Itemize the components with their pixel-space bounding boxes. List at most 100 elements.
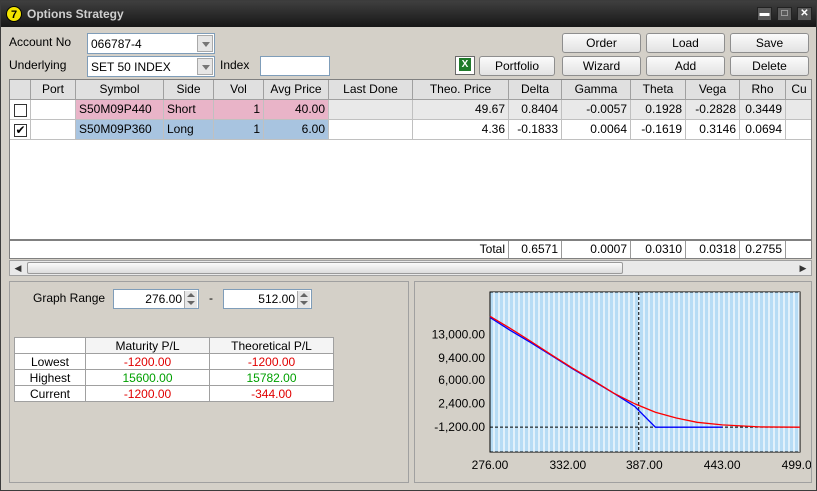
- rho-cell: 0.3449: [740, 100, 786, 120]
- spinner-icon[interactable]: [297, 291, 310, 308]
- order-button[interactable]: Order: [562, 33, 641, 53]
- column-header-gamma[interactable]: Gamma: [562, 80, 631, 100]
- y-tick-label: 6,000.00: [438, 373, 485, 387]
- horizontal-scrollbar[interactable]: ◀ ▶: [9, 260, 812, 276]
- minimize-button[interactable]: ▬: [757, 7, 772, 21]
- load-button[interactable]: Load: [646, 33, 725, 53]
- excel-export-icon[interactable]: [455, 56, 475, 75]
- maturity-pl-header: Maturity P/L: [85, 337, 210, 354]
- account-value: 066787-4: [91, 37, 142, 51]
- column-header-rho[interactable]: Rho: [740, 80, 786, 100]
- total-label: Total: [413, 241, 509, 258]
- x-tick-label: 499.00: [782, 458, 811, 472]
- chevron-down-icon[interactable]: [197, 58, 213, 75]
- column-header-symbol[interactable]: Symbol: [76, 80, 164, 100]
- close-button[interactable]: ✕: [797, 7, 812, 21]
- row-label: Lowest: [14, 353, 86, 370]
- spinner-icon[interactable]: [184, 291, 197, 308]
- row-checkbox[interactable]: ✔: [14, 124, 27, 137]
- column-header-avg-price[interactable]: Avg Price: [264, 80, 329, 100]
- column-header-last-done[interactable]: Last Done: [329, 80, 413, 100]
- y-tick-label: 9,400.00: [438, 351, 485, 365]
- y-tick-label: 2,400.00: [438, 397, 485, 411]
- x-tick-label: 387.00: [626, 458, 663, 472]
- portfolio-button[interactable]: Portfolio: [479, 56, 555, 76]
- maturity-pl-value: -1200.00: [85, 353, 210, 370]
- table-row: Lowest -1200.00 -1200.00: [14, 353, 334, 370]
- index-label: Index: [220, 58, 250, 72]
- side-cell: Short: [164, 100, 214, 120]
- scroll-left-icon[interactable]: ◀: [11, 262, 25, 274]
- pl-chart[interactable]: 13,000.00 9,400.00 6,000.00 2,400.00 -1,200.…: [415, 282, 817, 482]
- graph-range-from-value: 276.00: [145, 292, 182, 306]
- y-tick-label: -1,200.00: [434, 420, 485, 434]
- delete-button[interactable]: Delete: [730, 56, 809, 76]
- total-gamma: 0.0007: [562, 241, 631, 258]
- chevron-down-icon[interactable]: [197, 35, 213, 52]
- column-header-delta[interactable]: Delta: [509, 80, 562, 100]
- column-header-cu[interactable]: Cu: [786, 80, 811, 100]
- graph-range-label: Graph Range: [33, 291, 106, 305]
- row-label: Current: [14, 385, 86, 402]
- index-field[interactable]: [260, 56, 330, 76]
- theoretical-pl-value: 15782.00: [209, 369, 334, 386]
- column-header-side[interactable]: Side: [164, 80, 214, 100]
- account-select[interactable]: 066787-4: [87, 33, 215, 54]
- scroll-thumb[interactable]: [27, 262, 623, 274]
- total-delta: 0.6571: [509, 241, 562, 258]
- window-title: Options Strategy: [27, 7, 124, 21]
- total-rho: 0.2755: [740, 241, 786, 258]
- vol-cell: 1: [214, 120, 264, 140]
- vol-cell: 1: [214, 100, 264, 120]
- delta-cell: 0.8404: [509, 100, 562, 120]
- save-button[interactable]: Save: [730, 33, 809, 53]
- add-button[interactable]: Add: [646, 56, 725, 76]
- table-row: Highest 15600.00 15782.00: [14, 369, 334, 386]
- side-cell: Long: [164, 120, 214, 140]
- row-checkbox[interactable]: [14, 104, 27, 117]
- theta-cell: 0.1928: [631, 100, 686, 120]
- title-bar[interactable]: 7 Options Strategy ▬ □ ✕: [1, 1, 816, 27]
- column-header-check: [10, 80, 31, 100]
- maturity-pl-value: 15600.00: [85, 369, 210, 386]
- underlying-select[interactable]: SET 50 INDEX: [87, 56, 215, 77]
- total-theta: 0.0310: [631, 241, 686, 258]
- column-header-port[interactable]: Port: [31, 80, 76, 100]
- maturity-pl-value: -1200.00: [85, 385, 210, 402]
- graph-range-to[interactable]: 512.00: [223, 289, 312, 309]
- app-logo-icon: 7: [6, 6, 22, 22]
- rho-cell: 0.0694: [740, 120, 786, 140]
- delta-cell: -0.1833: [509, 120, 562, 140]
- scroll-right-icon[interactable]: ▶: [796, 262, 810, 274]
- vega-cell: 0.3146: [686, 120, 740, 140]
- totals-row: Total 0.6571 0.0007 0.0310 0.0318 0.2755: [9, 240, 812, 259]
- column-header-theta[interactable]: Theta: [631, 80, 686, 100]
- column-header-vol[interactable]: Vol: [214, 80, 264, 100]
- maximize-button[interactable]: □: [777, 7, 792, 21]
- last-done-cell: [329, 120, 413, 140]
- theoretical-pl-value: -344.00: [209, 385, 334, 402]
- underlying-value: SET 50 INDEX: [91, 60, 171, 74]
- gamma-cell: 0.0064: [562, 120, 631, 140]
- graph-range-to-value: 512.00: [258, 292, 295, 306]
- symbol-cell: S50M09P360: [76, 120, 164, 140]
- theoretical-pl-header: Theoretical P/L: [209, 337, 334, 354]
- column-header-vega[interactable]: Vega: [686, 80, 740, 100]
- theo-price-cell: 4.36: [413, 120, 509, 140]
- x-tick-label: 332.00: [549, 458, 586, 472]
- y-tick-label: 13,000.00: [432, 327, 486, 341]
- vega-cell: -0.2828: [686, 100, 740, 120]
- wizard-button[interactable]: Wizard: [562, 56, 641, 76]
- total-vega: 0.0318: [686, 241, 740, 258]
- column-header-theo-price[interactable]: Theo. Price: [413, 80, 509, 100]
- chart-panel: 13,000.00 9,400.00 6,000.00 2,400.00 -1,200.…: [414, 281, 817, 483]
- avg-price-cell: 6.00: [264, 120, 329, 140]
- gamma-cell: -0.0057: [562, 100, 631, 120]
- theoretical-pl-value: -1200.00: [209, 353, 334, 370]
- graph-range-from[interactable]: 276.00: [113, 289, 199, 309]
- symbol-cell: S50M09P440: [76, 100, 164, 120]
- theta-cell: -0.1619: [631, 120, 686, 140]
- port-cell: [31, 120, 76, 140]
- last-done-cell: [329, 100, 413, 120]
- graph-range-dash: -: [209, 291, 213, 305]
